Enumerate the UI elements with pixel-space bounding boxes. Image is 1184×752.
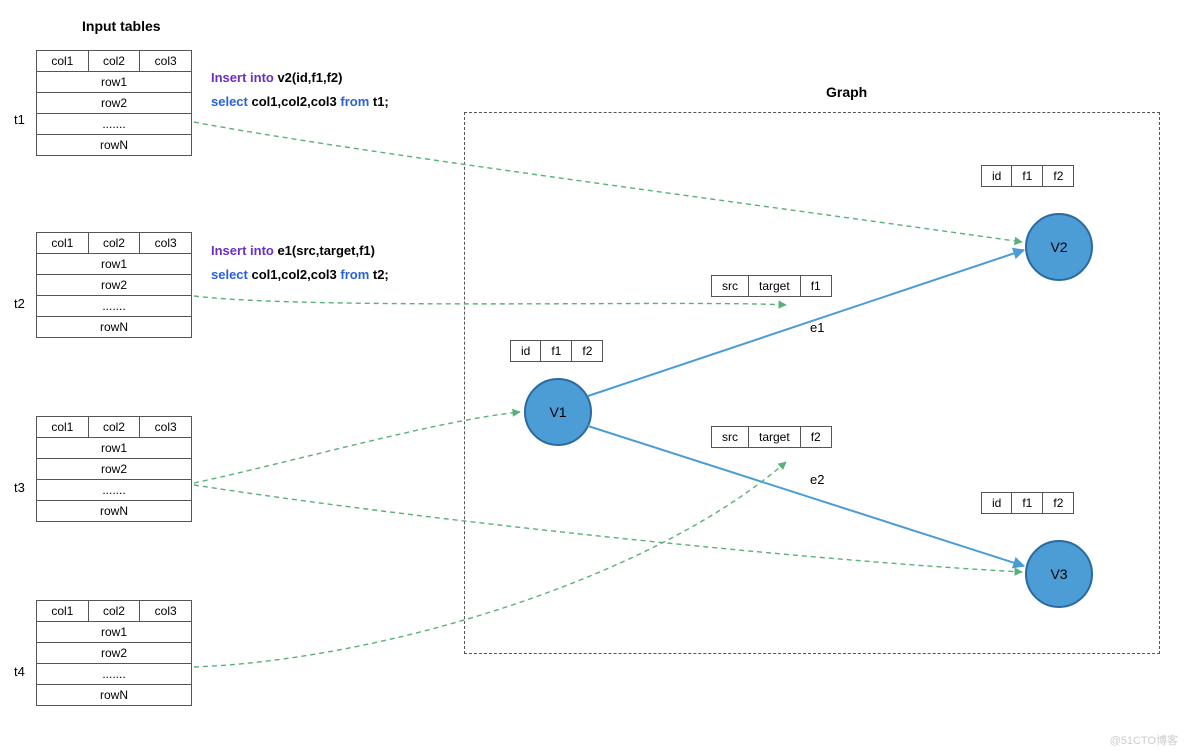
table-row: rowN xyxy=(37,685,192,706)
table-row: ....... xyxy=(37,480,192,501)
v2-fields: idf1f2 xyxy=(981,165,1074,187)
table-row: col1col2col3 xyxy=(37,417,192,438)
table-row: ....... xyxy=(37,114,192,135)
t1-label: t1 xyxy=(14,112,25,127)
table-row: ....... xyxy=(37,296,192,317)
table-row: row2 xyxy=(37,93,192,114)
node-v2: V2 xyxy=(1025,213,1093,281)
table-row: row1 xyxy=(37,438,192,459)
table-row: col1col2col3 xyxy=(37,601,192,622)
table-row: row1 xyxy=(37,622,192,643)
table-row: rowN xyxy=(37,501,192,522)
node-v3: V3 xyxy=(1025,540,1093,608)
input-tables-title: Input tables xyxy=(82,18,161,34)
table-row: col1col2col3 xyxy=(37,51,192,72)
table-row: col1col2col3 xyxy=(37,233,192,254)
t2-label: t2 xyxy=(14,296,25,311)
table-t3: col1col2col3 row1 row2 ....... rowN xyxy=(36,416,192,522)
edge-e1-label: e1 xyxy=(810,320,824,335)
sql-insert-e1: Insert into e1(src,target,f1) xyxy=(211,243,375,258)
sql-select-t2: select col1,col2,col3 from t2; xyxy=(211,267,389,282)
e2-fields: srctargetf2 xyxy=(711,426,832,448)
table-row: row1 xyxy=(37,72,192,93)
table-t2: col1col2col3 row1 row2 ....... rowN xyxy=(36,232,192,338)
table-row: row1 xyxy=(37,254,192,275)
table-row: rowN xyxy=(37,135,192,156)
table-row: rowN xyxy=(37,317,192,338)
table-t4: col1col2col3 row1 row2 ....... rowN xyxy=(36,600,192,706)
table-row: row2 xyxy=(37,459,192,480)
t4-label: t4 xyxy=(14,664,25,679)
e1-fields: srctargetf1 xyxy=(711,275,832,297)
watermark: @51CTO博客 xyxy=(1110,732,1178,748)
sql-insert-v2: Insert into v2(id,f1,f2) xyxy=(211,70,342,85)
t3-label: t3 xyxy=(14,480,25,495)
v1-fields: idf1f2 xyxy=(510,340,603,362)
v3-fields: idf1f2 xyxy=(981,492,1074,514)
edge-e2-label: e2 xyxy=(810,472,824,487)
node-v1: V1 xyxy=(524,378,592,446)
sql-select-t1: select col1,col2,col3 from t1; xyxy=(211,94,389,109)
table-t1: col1col2col3 row1 row2 ....... rowN xyxy=(36,50,192,156)
table-row: row2 xyxy=(37,643,192,664)
table-row: row2 xyxy=(37,275,192,296)
graph-title: Graph xyxy=(826,84,867,100)
table-row: ....... xyxy=(37,664,192,685)
